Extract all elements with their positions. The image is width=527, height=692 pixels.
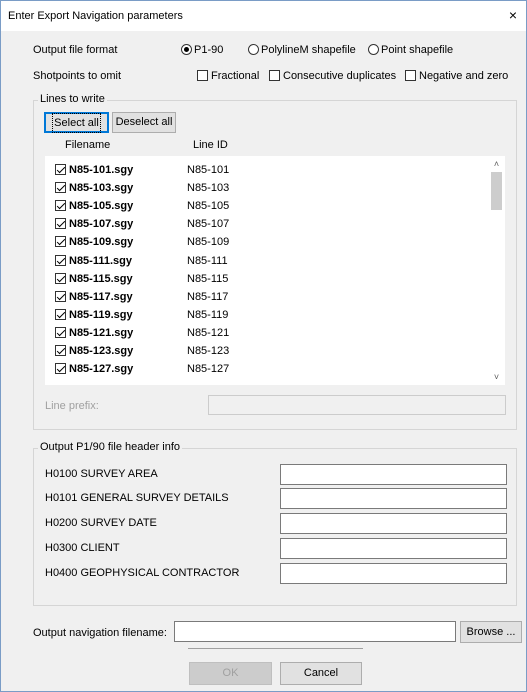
checkbox-consecutive-duplicates[interactable]: Consecutive duplicates: [269, 70, 396, 82]
row-filename-text: N85-105.sgy: [69, 200, 134, 213]
row-checkbox[interactable]: [55, 363, 66, 375]
row-filename[interactable]: N85-107.sgy: [55, 218, 133, 230]
row-filename[interactable]: N85-117.sgy: [55, 290, 133, 303]
checkbox-icon: [197, 70, 208, 81]
row-filename[interactable]: N85-121.sgy: [55, 326, 134, 339]
footer-divider: [188, 648, 363, 649]
client-input[interactable]: [280, 538, 507, 559]
row-filename[interactable]: N85-111.sgy: [55, 254, 132, 267]
row-checkbox[interactable]: [55, 218, 66, 230]
output-nav-filename-input[interactable]: [174, 621, 456, 642]
row-filename[interactable]: N85-119.sgy: [55, 308, 133, 321]
column-header-line-id[interactable]: Line ID: [193, 139, 228, 151]
dialog-title: Enter Export Navigation parameters: [8, 10, 183, 22]
row-filename-text: N85-119.sgy: [69, 308, 133, 321]
field-label-survey-area: H0100 SURVEY AREA: [45, 468, 158, 480]
field-label-general-survey-details: H0101 GENERAL SURVEY DETAILS: [45, 492, 229, 504]
row-line-id: N85-105: [187, 200, 230, 213]
row-line-id: N85-115: [187, 272, 229, 285]
row-line-id: N85-101: [187, 164, 230, 176]
row-filename-text: N85-123.sgy: [69, 345, 134, 357]
select-all-button[interactable]: Select all: [44, 112, 109, 133]
row-checkbox[interactable]: [55, 345, 66, 356]
radio-polylinem-shapefile[interactable]: PolylineM shapefile: [248, 44, 356, 56]
survey-date-input[interactable]: [280, 513, 507, 534]
row-filename-text: N85-121.sgy: [69, 326, 134, 339]
browse-button[interactable]: Browse ...: [460, 621, 522, 643]
export-navigation-dialog: Enter Export Navigation parameters × Out…: [0, 0, 527, 692]
radio-icon: [248, 44, 259, 55]
row-checkbox[interactable]: [55, 290, 66, 302]
line-prefix-label: Line prefix:: [45, 400, 99, 412]
row-filename-text: N85-101.sgy: [69, 164, 134, 176]
row-filename-text: N85-107.sgy: [69, 218, 134, 231]
row-line-id: N85-107: [187, 218, 230, 231]
row-checkbox[interactable]: [55, 272, 66, 284]
field-label-client: H0300 CLIENT: [45, 542, 120, 554]
row-line-id: N85-123: [187, 345, 230, 357]
row-line-id: N85-111: [187, 254, 228, 267]
row-filename-text: N85-111.sgy: [69, 254, 132, 267]
cancel-button[interactable]: Cancel: [280, 662, 362, 685]
field-label-survey-date: H0200 SURVEY DATE: [45, 517, 157, 529]
output-nav-filename-label: Output navigation filename:: [33, 627, 167, 639]
row-filename[interactable]: N85-101.sgy: [55, 164, 133, 176]
scroll-down-icon[interactable]: ˅: [488, 369, 505, 385]
row-filename[interactable]: N85-109.sgy: [55, 236, 133, 248]
radio-p1-90[interactable]: P1-90: [181, 44, 223, 56]
radio-selected-icon: [181, 44, 192, 55]
survey-area-input[interactable]: [280, 464, 507, 485]
row-checkbox[interactable]: [55, 182, 66, 194]
output-format-label: Output file format: [33, 44, 118, 56]
scroll-up-icon[interactable]: ˄: [488, 156, 505, 172]
row-checkbox[interactable]: [55, 254, 66, 266]
row-filename-text: N85-103.sgy: [69, 182, 134, 195]
deselect-all-button[interactable]: Deselect all: [112, 112, 176, 133]
row-filename[interactable]: N85-115.sgy: [55, 272, 133, 285]
header-info-group-label: Output P1/90 file header info: [38, 441, 183, 453]
lines-listbox[interactable]: N85-101.sgy N85-101 N85-103.sgy N85-103 N85-…: [45, 156, 505, 385]
checkbox-icon: [269, 70, 280, 81]
row-checkbox[interactable]: [55, 326, 66, 338]
geophysical-contractor-input[interactable]: [280, 563, 507, 584]
row-checkbox[interactable]: [55, 164, 66, 175]
row-filename-text: N85-117.sgy: [69, 290, 133, 303]
row-line-id: N85-117: [187, 290, 229, 303]
ok-button[interactable]: OK: [189, 662, 272, 685]
row-filename[interactable]: N85-105.sgy: [55, 200, 133, 212]
field-label-geophysical-contractor: H0400 GEOPHYSICAL CONTRACTOR: [45, 567, 240, 579]
row-filename[interactable]: N85-103.sgy: [55, 182, 133, 194]
row-checkbox[interactable]: [55, 200, 66, 212]
row-filename-text: N85-127.sgy: [69, 363, 134, 376]
row-line-id: N85-109: [187, 236, 230, 249]
row-line-id: N85-121: [187, 326, 230, 339]
row-filename-text: N85-109.sgy: [69, 236, 134, 249]
row-checkbox[interactable]: [55, 236, 66, 248]
row-line-id: N85-119: [187, 308, 229, 321]
row-checkbox[interactable]: [55, 308, 66, 320]
line-prefix-input[interactable]: [208, 395, 506, 415]
radio-icon: [368, 44, 379, 55]
radio-point-shapefile[interactable]: Point shapefile: [368, 44, 453, 56]
vertical-scrollbar[interactable]: ˄ ˅: [488, 156, 505, 385]
checkbox-negative-and-zero[interactable]: Negative and zero: [405, 70, 508, 82]
row-line-id: N85-127: [187, 363, 230, 376]
column-header-filename[interactable]: Filename: [65, 139, 110, 151]
title-bar: Enter Export Navigation parameters ×: [1, 1, 526, 31]
row-filename[interactable]: N85-127.sgy: [55, 363, 133, 375]
checkbox-fractional[interactable]: Fractional: [197, 70, 259, 82]
close-icon[interactable]: ×: [500, 1, 526, 31]
row-filename-text: N85-115.sgy: [69, 272, 133, 285]
row-line-id: N85-103: [187, 182, 230, 195]
scroll-thumb[interactable]: [491, 172, 502, 210]
general-survey-details-input[interactable]: [280, 488, 507, 509]
row-filename[interactable]: N85-123.sgy: [55, 345, 133, 357]
lines-group-label: Lines to write: [38, 93, 107, 105]
checkbox-icon: [405, 70, 416, 81]
shotpoints-label: Shotpoints to omit: [33, 70, 122, 82]
